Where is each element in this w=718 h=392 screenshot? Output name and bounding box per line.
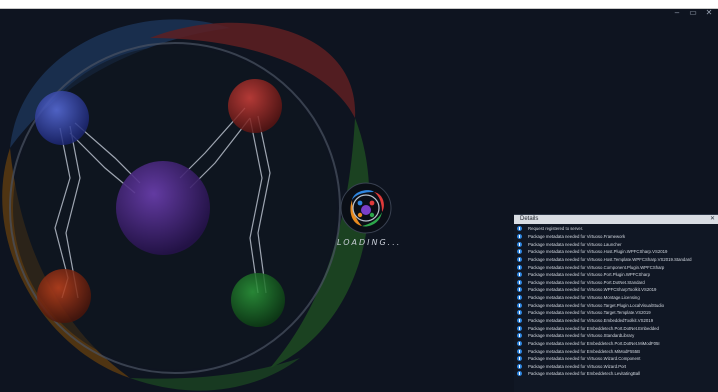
log-text: Package metadata needed for Virtuoso.Fra…	[528, 233, 626, 239]
info-icon	[517, 333, 522, 339]
details-header: Details ✕	[514, 215, 718, 224]
log-text: Package metadata needed for Embeddetech.…	[528, 348, 641, 354]
list-item: Package metadata needed for Virtuoso.Hos…	[517, 248, 718, 256]
list-item: Package metadata needed for Virtuoso.WPF…	[517, 286, 718, 294]
list-item: Package metadata needed for Virtuoso.Tar…	[517, 301, 718, 309]
list-item: Package metadata needed for Virtuoso.Sta…	[517, 332, 718, 340]
log-text: Package metadata needed for Virtuoso.Tar…	[528, 310, 651, 316]
log-text: Package metadata needed for Virtuoso.Por…	[528, 279, 645, 285]
log-text: Package metadata needed for Virtuoso.WPF…	[528, 287, 657, 293]
log-text: Package metadata needed for Virtuoso.Sta…	[528, 333, 635, 339]
list-item: Package metadata needed for Virtuoso.Wiz…	[517, 363, 718, 371]
info-icon	[517, 233, 522, 239]
log-text: Package metadata needed for Virtuoso.Tar…	[528, 302, 664, 308]
list-item: Package metadata needed for Virtuoso.Tar…	[517, 309, 718, 317]
list-item: Package metadata needed for Embeddetech.…	[517, 340, 718, 348]
info-icon	[517, 264, 522, 270]
log-text: Package metadata needed for Virtuoso.Hos…	[528, 249, 668, 255]
info-icon	[517, 241, 522, 247]
info-icon	[517, 256, 522, 262]
info-icon	[517, 340, 522, 346]
list-item: Package metadata needed for Virtuoso.Mon…	[517, 294, 718, 302]
info-icon	[517, 287, 522, 293]
log-text: Package metadata needed for Virtuoso.Por…	[528, 272, 650, 278]
list-item: Package metadata needed for Virtuoso.Wiz…	[517, 355, 718, 363]
info-icon	[517, 356, 522, 362]
log-text: Package metadata needed for Embeddetech.…	[528, 340, 660, 346]
log-text: Package metadata needed for Virtuoso.Hos…	[528, 256, 692, 262]
log-text: Package metadata needed for Virtuoso.Wiz…	[528, 356, 641, 362]
list-item: Package metadata needed for Virtuoso.Por…	[517, 278, 718, 286]
list-item: Package metadata needed for Embeddetech.…	[517, 324, 718, 332]
list-item: Package metadata needed for Virtuoso.Fra…	[517, 233, 718, 241]
list-item: Package metadata needed for Virtuoso.Com…	[517, 263, 718, 271]
info-icon	[517, 310, 522, 316]
app-window: – ▭ ✕ LOADING... Details ✕ Request regis…	[0, 0, 718, 392]
loading-label: LOADING...	[337, 238, 402, 247]
log-text: Package metadata needed for Embeddetech.…	[528, 325, 659, 331]
info-icon	[517, 348, 522, 354]
list-item: Package metadata needed for Virtuoso.Emb…	[517, 317, 718, 325]
details-panel: Details ✕ Request registered to server. …	[514, 214, 718, 392]
log-text: Request registered to server.	[528, 226, 584, 232]
info-icon	[517, 325, 522, 331]
log-text: Package metadata needed for Virtuoso.Lau…	[528, 241, 622, 247]
list-item: Package metadata needed for Embeddetech.…	[517, 347, 718, 355]
info-icon	[517, 279, 522, 285]
log-text: Package metadata needed for Virtuoso.Emb…	[528, 318, 654, 323]
list-item: Package metadata needed for Virtuoso.Por…	[517, 271, 718, 279]
info-icon	[517, 295, 522, 301]
m-logo-icon	[340, 182, 392, 234]
info-icon	[517, 226, 522, 232]
log-text: Package metadata needed for Virtuoso.Mon…	[528, 295, 640, 301]
info-icon	[517, 371, 522, 377]
minimize-button[interactable]: –	[670, 8, 684, 18]
list-item: Request registered to server.	[517, 225, 718, 233]
details-title: Details	[520, 216, 539, 222]
details-close-button[interactable]: ✕	[710, 215, 715, 224]
log-text: Package metadata needed for Virtuoso.Wiz…	[528, 363, 627, 369]
info-icon	[517, 272, 522, 278]
maximize-button[interactable]: ▭	[686, 8, 700, 18]
list-item: Package metadata needed for Embeddetech.…	[517, 370, 718, 378]
info-icon	[517, 363, 522, 369]
info-icon	[517, 249, 522, 255]
log-text: Package metadata needed for Virtuoso.Com…	[528, 264, 665, 270]
log-text: Package metadata needed for Embeddetech.…	[528, 371, 641, 377]
info-icon	[517, 302, 522, 308]
list-item: Package metadata needed for Virtuoso.Lau…	[517, 240, 718, 248]
info-icon	[517, 318, 522, 323]
close-button[interactable]: ✕	[702, 8, 716, 18]
details-log-list: Request registered to server. Package me…	[514, 224, 718, 378]
list-item: Package metadata needed for Virtuoso.Hos…	[517, 256, 718, 264]
